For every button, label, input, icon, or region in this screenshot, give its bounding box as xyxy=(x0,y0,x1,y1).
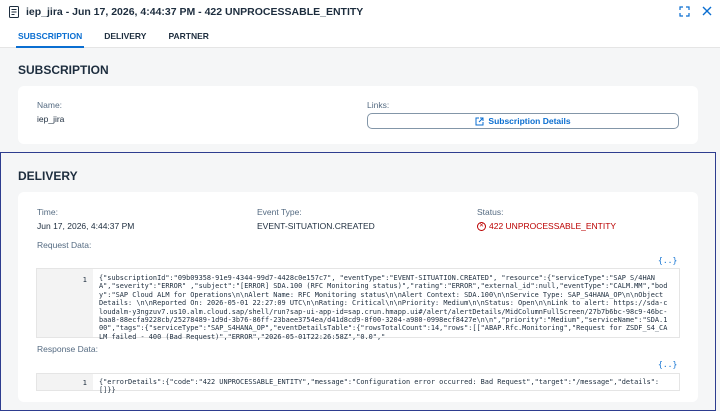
status-value: ✕ 422 UNPROCESSABLE_ENTITY xyxy=(477,221,616,231)
tab-subscription[interactable]: SUBSCRIPTION xyxy=(15,24,85,48)
error-icon: ✕ xyxy=(477,221,486,231)
time-value: Jun 17, 2026, 4:44:37 PM xyxy=(37,221,135,231)
fullscreen-icon[interactable] xyxy=(679,5,690,19)
tab-partner[interactable]: PARTNER xyxy=(168,24,208,48)
subscription-details-button[interactable]: Subscription Details xyxy=(367,113,679,129)
response-gutter: 1 xyxy=(37,374,93,390)
response-data-label: Response Data: xyxy=(37,344,98,354)
tab-delivery[interactable]: DELIVERY xyxy=(104,24,146,48)
subscription-section-title: SUBSCRIPTION xyxy=(18,63,109,77)
tab-bar: SUBSCRIPTION DELIVERY PARTNER xyxy=(0,24,720,48)
request-data-label: Request Data: xyxy=(37,240,92,250)
delivery-section-title: DELIVERY xyxy=(18,169,78,183)
response-code-text: {"errorDetails":{"code":"422 UNPROCESSAB… xyxy=(99,378,660,395)
request-line-number: 1 xyxy=(82,275,87,284)
request-expand-icon[interactable]: {..} xyxy=(658,256,677,265)
document-icon xyxy=(9,6,19,18)
links-label: Links: xyxy=(367,100,390,110)
event-type-label: Event Type: xyxy=(257,207,302,217)
event-type-value: EVENT-SITUATION.CREATED xyxy=(257,221,375,231)
status-text: 422 UNPROCESSABLE_ENTITY xyxy=(489,221,617,231)
request-code-editor[interactable]: 1 {"subscriptionId":"09b09358-91e9-4344-… xyxy=(36,268,680,341)
dialog-title-bar: iep_jira - Jun 17, 2026, 4:44:37 PM - 42… xyxy=(0,0,720,24)
status-label: Status: xyxy=(477,207,504,217)
time-label: Time: xyxy=(37,207,58,217)
external-link-icon xyxy=(475,117,484,125)
subscription-details-label: Subscription Details xyxy=(488,116,571,126)
request-gutter: 1 xyxy=(37,269,93,337)
name-value: iep_jira xyxy=(37,114,65,124)
response-expand-icon[interactable]: {..} xyxy=(658,360,677,369)
request-code-text: {"subscriptionId":"09b09358-91e9-4344-99… xyxy=(99,274,668,341)
response-line-number: 1 xyxy=(82,378,87,387)
response-code-editor[interactable]: 1 {"errorDetails":{"code":"422 UNPROCESS… xyxy=(36,373,680,394)
close-icon[interactable] xyxy=(702,6,712,18)
name-label: Name: xyxy=(37,100,63,110)
dialog-title: iep_jira - Jun 17, 2026, 4:44:37 PM - 42… xyxy=(26,6,364,18)
